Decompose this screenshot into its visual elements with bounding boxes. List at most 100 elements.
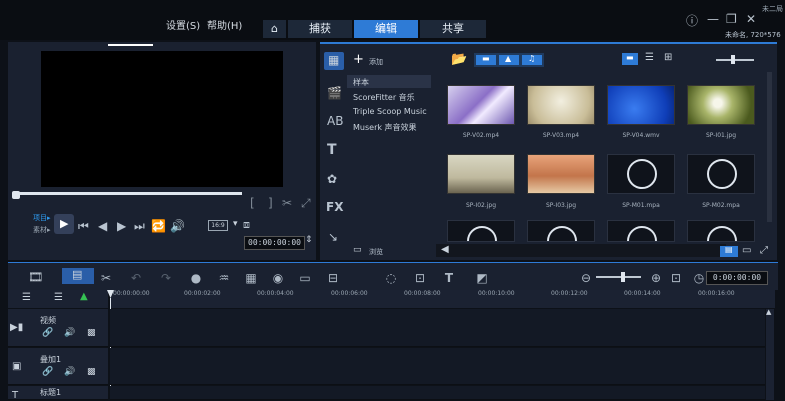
- tab-home[interactable]: ⌂: [263, 20, 286, 38]
- track-manager-icon[interactable]: ☰: [22, 292, 31, 303]
- tab-share[interactable]: 共享: [420, 20, 486, 38]
- scroll-up-icon[interactable]: ▲: [766, 308, 771, 316]
- browse-icon[interactable]: ▭: [353, 245, 362, 255]
- library-scrollbar[interactable]: [767, 72, 772, 222]
- chapter-icon[interactable]: ☰: [54, 292, 63, 303]
- link-icon[interactable]: 🔗: [42, 367, 53, 377]
- thumb-sp-v04[interactable]: [607, 85, 675, 125]
- thumb-audio-row3[interactable]: [607, 220, 675, 242]
- zoom-handle[interactable]: [621, 272, 625, 282]
- thumb-sp-v02[interactable]: [447, 85, 515, 125]
- next-frame-icon[interactable]: ▶: [117, 219, 126, 233]
- volume-icon[interactable]: 🔊: [170, 219, 185, 233]
- options-icon[interactable]: ▭: [742, 245, 751, 256]
- title-icon[interactable]: T: [327, 142, 337, 158]
- thumb-size-slider[interactable]: [716, 59, 754, 61]
- repeat-icon[interactable]: 🔁: [151, 219, 166, 233]
- mark-out-icon[interactable]: ]: [268, 196, 273, 210]
- thumb-sp-i03[interactable]: [527, 154, 595, 194]
- zoom-slider[interactable]: [596, 276, 641, 278]
- library-h-scrollbar[interactable]: [436, 244, 726, 257]
- previous-frame-icon[interactable]: ◀: [98, 219, 107, 233]
- sound-mixer-icon[interactable]: ♒: [215, 271, 233, 285]
- track-lane-overlay[interactable]: [110, 348, 765, 385]
- project-mode-label[interactable]: 项目▸: [33, 213, 51, 223]
- timeline-view-button[interactable]: ▤: [62, 268, 94, 284]
- browse-label[interactable]: 浏览: [369, 247, 383, 257]
- motion-tracking-icon[interactable]: ◉: [269, 271, 287, 285]
- tools-icon[interactable]: ✂: [97, 271, 115, 285]
- tab-edit[interactable]: 编辑: [354, 20, 418, 38]
- library-item-scorefitter[interactable]: ScoreFitter 音乐: [353, 92, 415, 103]
- library-item-sample[interactable]: 样本: [353, 77, 369, 88]
- dropdown-chevron-icon[interactable]: ▾: [233, 219, 238, 229]
- thumb-size-handle[interactable]: [731, 55, 735, 64]
- timeline-timecode[interactable]: 0:00:00:00: [706, 271, 768, 285]
- list-view-icon[interactable]: ☰: [645, 52, 654, 63]
- track-lane-video[interactable]: [110, 309, 765, 347]
- ripple-icon[interactable]: ▩: [87, 367, 96, 377]
- end-icon[interactable]: ⏭: [134, 219, 145, 234]
- storyboard-view-icon[interactable]: 🎞: [28, 270, 43, 284]
- media-button[interactable]: ▦: [324, 52, 344, 70]
- scrubber-track[interactable]: [17, 192, 242, 195]
- thumb-sp-v03[interactable]: [527, 85, 595, 125]
- split-screen-icon[interactable]: ◩: [473, 271, 491, 285]
- preview-timecode[interactable]: 00:00:00:00: [244, 236, 305, 250]
- thumb-audio-row3[interactable]: [687, 220, 755, 242]
- tab-capture[interactable]: 捕获: [288, 20, 352, 38]
- ripple-icon[interactable]: ▩: [87, 328, 96, 338]
- mute-icon[interactable]: 🔊: [64, 367, 75, 377]
- view-thumbnail-button[interactable]: ▬: [622, 53, 638, 65]
- path-icon[interactable]: ↘: [328, 230, 338, 244]
- restore-icon[interactable]: ❐: [726, 12, 737, 26]
- library-item-triple-scoop[interactable]: Triple Scoop Music: [353, 107, 427, 116]
- filter-photo-button[interactable]: ▲: [499, 54, 519, 65]
- zoom-out-icon[interactable]: ⊖: [577, 271, 595, 285]
- redo-icon[interactable]: ↷: [157, 271, 175, 285]
- thumb-sp-i02[interactable]: [447, 154, 515, 194]
- add-icon[interactable]: +: [353, 52, 364, 67]
- filter-audio-button[interactable]: ♫: [522, 54, 542, 65]
- filter-video-button[interactable]: ▬: [476, 54, 496, 65]
- instant-project-icon[interactable]: 🎬: [327, 86, 342, 100]
- thumb-sp-m01[interactable]: [607, 154, 675, 194]
- minimize-icon[interactable]: —: [707, 12, 719, 26]
- aspect-ratio-select[interactable]: 16:9: [208, 220, 228, 231]
- menu-settings[interactable]: 设置(S): [166, 17, 200, 32]
- split-clip-icon[interactable]: ✂: [282, 196, 292, 210]
- 3d-title-icon[interactable]: T: [440, 271, 458, 285]
- expand-icon[interactable]: ⤢: [760, 245, 768, 256]
- mute-icon[interactable]: 🔊: [64, 328, 75, 338]
- link-icon[interactable]: 🔗: [42, 328, 53, 338]
- library-item-muserk[interactable]: Muserk 声音效果: [353, 122, 417, 133]
- auto-music-icon[interactable]: ▦: [242, 271, 260, 285]
- thumb-audio-row3[interactable]: [447, 220, 515, 242]
- crop-icon[interactable]: ⧈: [243, 218, 250, 232]
- thumb-sp-m02[interactable]: [687, 154, 755, 194]
- fit-project-icon[interactable]: ⊡: [667, 271, 685, 285]
- info-icon[interactable]: ⓘ: [686, 12, 698, 29]
- thumb-sp-i01[interactable]: [687, 85, 755, 125]
- fullscreen-icon[interactable]: ⤢: [301, 196, 311, 211]
- close-icon[interactable]: ✕: [746, 12, 756, 26]
- grid-view-icon[interactable]: ⊞: [664, 52, 672, 63]
- timeline-v-scrollbar[interactable]: [766, 309, 774, 400]
- menu-help[interactable]: 帮助(H): [207, 17, 242, 32]
- record-icon[interactable]: ●: [187, 271, 205, 285]
- graphics-icon[interactable]: ✿: [327, 172, 337, 186]
- multicamera-icon[interactable]: ⊟: [324, 271, 342, 285]
- scrubber-handle[interactable]: [12, 191, 20, 199]
- fx-icon[interactable]: FX: [326, 200, 343, 214]
- subtitle-icon[interactable]: ▭: [296, 271, 314, 285]
- zoom-in-icon[interactable]: ⊕: [647, 271, 665, 285]
- home-start-icon[interactable]: ⏮: [78, 219, 89, 234]
- timecode-stepper-icon[interactable]: ⇕: [305, 235, 313, 245]
- undo-icon[interactable]: ↶: [127, 271, 145, 285]
- split-view-button[interactable]: ▤: [720, 245, 738, 257]
- add-folder-label[interactable]: 添加: [369, 57, 383, 67]
- add-marker-icon[interactable]: ▲: [80, 291, 88, 302]
- thumb-audio-row3[interactable]: [527, 220, 595, 242]
- clip-mode-label[interactable]: 素材▸: [33, 225, 51, 235]
- folder-icon[interactable]: 📂: [451, 52, 467, 67]
